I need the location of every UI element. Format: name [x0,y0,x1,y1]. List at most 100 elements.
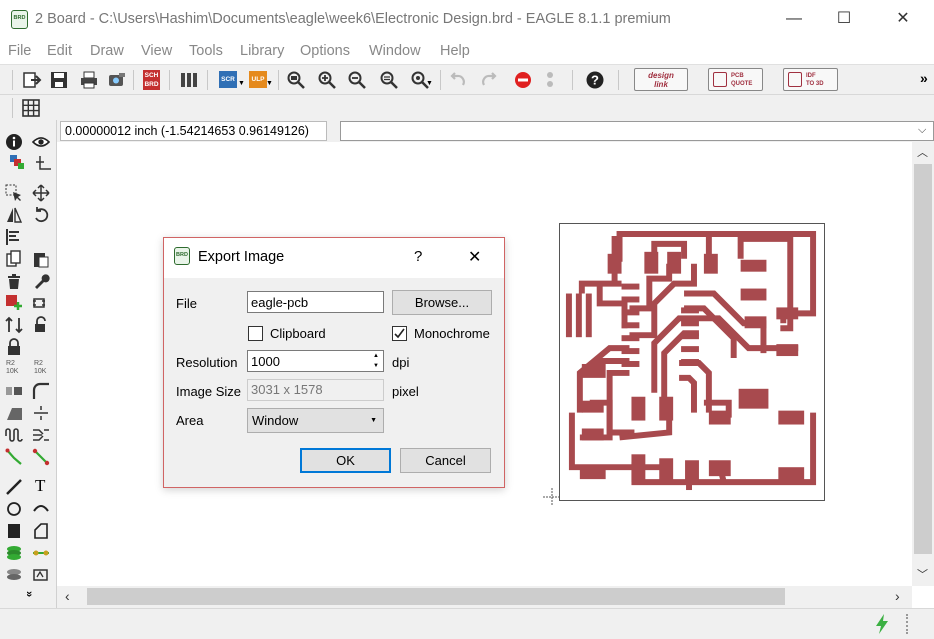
chevron-down-icon[interactable]: ▼ [266,80,273,87]
lightning-icon[interactable] [874,614,890,634]
redo-icon[interactable] [479,70,499,90]
design-link-button[interactable]: design link [634,68,688,91]
help-icon[interactable]: ? [585,70,605,90]
stop-icon[interactable] [513,70,533,90]
scroll-down-icon[interactable]: ﹀ [917,566,928,582]
mark-icon[interactable] [34,154,52,172]
optimize-icon[interactable] [32,404,50,422]
resolution-spinner[interactable]: ▲ ▼ [369,351,383,371]
horizontal-scrollbar[interactable]: ‹ › [57,586,912,608]
line-icon[interactable] [5,478,23,496]
scroll-right-icon[interactable]: › [895,588,900,604]
chevron-down-icon[interactable]: ▼ [238,80,245,87]
polygon-icon[interactable] [32,522,50,540]
open-icon[interactable] [22,70,42,90]
minimize-button[interactable]: — [771,0,817,38]
go-icon[interactable] [540,70,560,90]
lock-icon[interactable] [32,316,50,334]
paste-icon[interactable] [32,250,50,268]
ok-button[interactable]: OK [300,448,391,473]
menu-window[interactable]: Window [369,43,421,59]
menu-file[interactable]: File [8,43,31,59]
value-tool-icon[interactable]: R2 10K [6,360,18,376]
split-icon[interactable] [5,404,23,422]
padlock-icon[interactable] [5,338,23,356]
browse-button[interactable]: Browse... [392,290,492,315]
vertical-scroll-thumb[interactable] [914,164,932,554]
via-icon[interactable] [32,544,50,562]
smash-icon[interactable] [5,382,23,400]
name-tool-icon[interactable]: R2 10K [34,360,46,376]
meander-icon[interactable] [5,426,23,444]
menu-edit[interactable]: Edit [47,43,72,59]
arc-icon[interactable] [32,500,50,518]
replace-icon[interactable] [32,294,50,312]
spin-up-icon[interactable]: ▲ [369,351,383,361]
route-multiple-icon[interactable] [32,426,50,444]
close-window-button[interactable]: ✕ [880,0,926,38]
select-icon[interactable] [5,184,23,202]
file-input[interactable] [247,291,384,313]
wrench-icon[interactable] [32,272,50,290]
swap-icon[interactable] [5,316,23,334]
zoom-fit-icon[interactable] [286,70,306,90]
more-tools-icon[interactable]: » [23,591,35,597]
dialog-close-button[interactable]: ✕ [468,247,481,267]
script-icon[interactable]: SCR [219,71,237,88]
move-icon[interactable] [32,184,50,202]
delete-icon[interactable] [5,272,23,290]
cancel-button[interactable]: Cancel [400,448,491,473]
dialog-help-button[interactable]: ? [414,248,422,265]
zoom-in-icon[interactable] [317,70,337,90]
scroll-up-icon[interactable]: ︿ [917,144,928,160]
layers-icon[interactable] [5,544,23,562]
menu-tools[interactable]: Tools [189,43,223,59]
ripup-icon[interactable] [32,448,50,466]
clipboard-checkbox[interactable] [248,326,263,341]
library-icon[interactable] [179,70,199,90]
copy-icon[interactable] [5,250,23,268]
save-icon[interactable] [49,70,69,90]
cam-processor-icon[interactable] [107,70,127,90]
toolbar-overflow-icon[interactable]: » [920,70,928,86]
monochrome-checkbox[interactable] [392,326,407,341]
rectangle-icon[interactable] [5,522,23,540]
route-icon[interactable] [5,448,23,466]
mirror-icon[interactable] [5,206,23,224]
ulp-icon[interactable]: ULP [249,71,267,88]
eye-icon[interactable] [32,133,50,151]
pcb-quote-button[interactable]: PCB QUOTE [708,68,763,91]
menu-library[interactable]: Library [240,43,284,59]
command-line-input[interactable] [340,121,934,141]
resize-grip[interactable] [906,614,908,634]
add-part-icon[interactable] [5,294,23,312]
resolution-input[interactable] [247,350,384,372]
menu-view[interactable]: View [141,43,172,59]
maximize-button[interactable]: ☐ [821,0,867,38]
sch-brd-switch-icon[interactable]: SCH BRD [143,70,160,90]
chevron-down-icon[interactable]: ⌵ [918,124,926,137]
menu-help[interactable]: Help [440,43,470,59]
scroll-left-icon[interactable]: ‹ [65,588,70,604]
area-select[interactable]: Window ▼ [247,408,384,433]
menu-options[interactable]: Options [300,43,350,59]
vertical-scrollbar[interactable]: ︿ ﹀ [912,142,934,586]
align-icon[interactable] [5,228,23,246]
chevron-down-icon[interactable]: ▼ [426,80,433,87]
text-tool-icon[interactable]: T [35,476,45,496]
idf-to-3d-button[interactable]: IDF TO 3D [783,68,838,91]
attribute-icon[interactable] [32,566,50,584]
zoom-redraw-icon[interactable] [379,70,399,90]
print-icon[interactable] [79,70,99,90]
miter-icon[interactable] [32,382,50,400]
grid-icon[interactable] [21,98,41,118]
zoom-out-icon[interactable] [347,70,367,90]
spin-down-icon[interactable]: ▼ [369,361,383,371]
hole-icon[interactable] [5,566,23,584]
rotate-icon[interactable] [32,206,50,224]
layer-display-icon[interactable] [9,154,27,172]
undo-icon[interactable] [448,70,468,90]
horizontal-scroll-thumb[interactable] [87,588,785,605]
info-icon[interactable] [5,133,23,151]
menu-draw[interactable]: Draw [90,43,124,59]
